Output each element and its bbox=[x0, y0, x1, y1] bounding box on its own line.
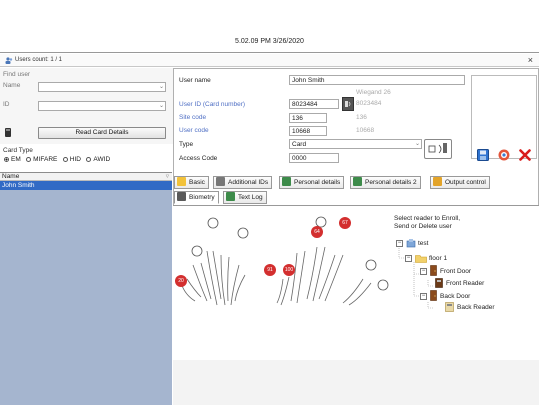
id-card-icon bbox=[216, 177, 225, 186]
document-icon bbox=[353, 177, 362, 186]
tree-expander-back-door[interactable]: − bbox=[420, 293, 427, 300]
tab-personal-details-2[interactable]: Personal details 2 bbox=[350, 176, 421, 189]
finger-mark-91[interactable]: 91 bbox=[264, 264, 276, 276]
name-filter-dropdown[interactable]: ⌄ bbox=[38, 82, 166, 92]
radio-awid[interactable]: AWID bbox=[86, 156, 110, 163]
type-dropdown[interactable]: Card ⌄ bbox=[289, 139, 422, 149]
user-id-decoded: 8023484 bbox=[356, 100, 382, 107]
tab-basic[interactable]: Basic bbox=[174, 176, 209, 189]
tree-expander-front-door[interactable]: − bbox=[420, 268, 427, 275]
left-hand-outline bbox=[180, 250, 246, 306]
tree-node-back-reader[interactable]: Back Reader bbox=[457, 304, 495, 311]
site-icon bbox=[406, 239, 416, 248]
tab-output-control[interactable]: Output control bbox=[430, 176, 490, 189]
radio-hid[interactable]: HID bbox=[62, 156, 81, 163]
id-filter-dropdown[interactable]: ⌄ bbox=[38, 101, 166, 111]
user-id-label: User ID (Card number) bbox=[179, 101, 246, 108]
users-count-text: Users count: 1 / 1 bbox=[15, 57, 63, 63]
biometry-instruction-line1: Select reader to Enroll, bbox=[394, 215, 461, 222]
finger-mark-20[interactable]: 20 bbox=[175, 275, 187, 287]
delete-icon[interactable] bbox=[519, 149, 531, 161]
tree-node-back-door[interactable]: Back Door bbox=[440, 293, 470, 300]
window-title: 5.02.09 PM 3/26/2020 bbox=[235, 38, 304, 45]
radio-mifare[interactable]: MIFARE bbox=[26, 156, 57, 163]
site-code-decoded: 136 bbox=[356, 114, 367, 121]
user-code-label: User code bbox=[179, 127, 209, 134]
reader-icon bbox=[435, 278, 443, 288]
card-type-label: Card Type bbox=[3, 147, 33, 154]
list-column-header-name[interactable]: Name ▿ bbox=[0, 173, 172, 181]
access-code-input[interactable]: 0000 bbox=[289, 153, 339, 163]
user-name-input[interactable]: John Smith bbox=[289, 75, 465, 85]
tree-node-test[interactable]: test bbox=[418, 240, 428, 247]
photo-frame[interactable] bbox=[471, 75, 537, 159]
tab-additional-ids[interactable]: Additional IDs bbox=[213, 176, 273, 189]
basic-icon bbox=[177, 177, 186, 186]
tab-biometry[interactable]: Biometry bbox=[174, 191, 219, 204]
output-icon bbox=[433, 177, 442, 186]
tree-node-floor[interactable]: floor 1 bbox=[429, 255, 447, 262]
card-type-radio-group: EM MIFARE HID AWID bbox=[4, 156, 110, 163]
tab-personal-details[interactable]: Personal details bbox=[279, 176, 345, 189]
tree-expander-root[interactable]: − bbox=[396, 240, 403, 247]
chevron-down-icon: ⌄ bbox=[158, 103, 164, 109]
finger-mark-64[interactable]: 64 bbox=[311, 226, 323, 238]
user-id-input[interactable]: 8023484 bbox=[289, 99, 339, 109]
close-icon[interactable]: × bbox=[528, 55, 533, 65]
door-icon bbox=[430, 265, 437, 276]
user-code-input[interactable]: 10668 bbox=[289, 126, 327, 136]
sort-icon: ▿ bbox=[165, 173, 169, 180]
rfid-icon bbox=[345, 101, 351, 107]
id-filter-label: ID bbox=[3, 101, 10, 108]
window-title-bar: 5.02.09 PM 3/26/2020 bbox=[0, 0, 539, 53]
card-reader-icon bbox=[428, 143, 447, 154]
finger-mark-100[interactable]: 100 bbox=[283, 264, 295, 276]
name-filter-label: Name bbox=[3, 82, 21, 89]
user-list[interactable]: Name ▿ John Smith bbox=[0, 172, 172, 405]
finger-circles[interactable] bbox=[191, 216, 389, 291]
find-user-label: Find user bbox=[3, 71, 31, 78]
tree-node-front-reader[interactable]: Front Reader bbox=[446, 280, 484, 287]
folder-icon bbox=[415, 255, 427, 263]
type-label: Type bbox=[179, 141, 194, 148]
hands-diagram bbox=[180, 216, 389, 306]
fingerprint-icon bbox=[177, 192, 186, 201]
list-item[interactable]: John Smith bbox=[0, 181, 172, 190]
tab-text-log[interactable]: Text Log bbox=[223, 191, 267, 204]
save-icon[interactable] bbox=[477, 149, 489, 161]
radio-em[interactable]: EM bbox=[4, 156, 21, 163]
send-to-device-icon[interactable] bbox=[498, 149, 510, 161]
document-icon bbox=[282, 177, 291, 186]
user-code-decoded: 10668 bbox=[356, 127, 375, 134]
chevron-down-icon: ⌄ bbox=[158, 84, 164, 90]
site-code-input[interactable]: 136 bbox=[289, 113, 327, 123]
tree-expander-floor[interactable]: − bbox=[405, 255, 412, 262]
read-card-details-button[interactable]: Read Card Details bbox=[38, 127, 166, 139]
biometry-instruction-line2: Send or Delete user bbox=[394, 223, 452, 230]
card-present-button[interactable] bbox=[424, 139, 452, 159]
wiegand-label: Wiegand 26 bbox=[356, 89, 391, 96]
door-icon bbox=[430, 290, 437, 301]
chevron-down-icon: ⌄ bbox=[414, 141, 420, 147]
site-code-label: Site code bbox=[179, 114, 207, 121]
find-user-panel: Find user Name ⌄ ID ⌄ Read Card Details bbox=[0, 68, 173, 144]
users-count-bar: Users count: 1 / 1 × bbox=[0, 54, 539, 67]
users-icon bbox=[5, 57, 13, 64]
reader-icon bbox=[445, 302, 454, 312]
empty-area bbox=[173, 360, 539, 405]
card-reader-icon bbox=[5, 128, 11, 137]
tree-node-front-door[interactable]: Front Door bbox=[440, 268, 471, 275]
right-hand-outline bbox=[276, 246, 372, 306]
user-name-label: User name bbox=[179, 77, 211, 84]
log-icon bbox=[226, 192, 235, 201]
finger-mark-67[interactable]: 67 bbox=[339, 217, 351, 229]
read-card-button[interactable] bbox=[342, 97, 354, 111]
access-code-label: Access Code bbox=[179, 155, 218, 162]
